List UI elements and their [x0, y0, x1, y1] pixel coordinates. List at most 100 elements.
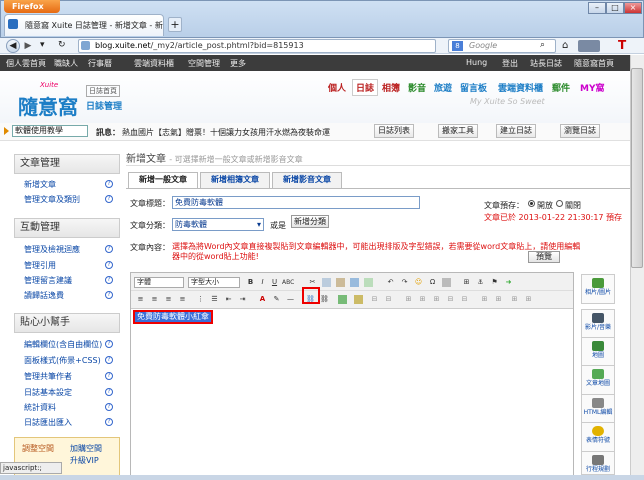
- sidebar-item-edit-fields[interactable]: 編輯欄位(含自由欄位): [24, 340, 102, 350]
- table-row-icon[interactable]: ⊟: [370, 295, 379, 304]
- help-icon[interactable]: ?: [105, 340, 113, 348]
- sidebar-item-theme[interactable]: 面板樣式(佈景+CSS): [24, 356, 101, 366]
- preview-button[interactable]: 預覽: [528, 251, 560, 263]
- top-link-xuite-home[interactable]: 隨意窩首頁: [574, 58, 614, 69]
- top-link-user[interactable]: Hung: [466, 58, 487, 67]
- help-icon[interactable]: ?: [105, 195, 113, 203]
- outdent-icon[interactable]: ⇤: [224, 295, 233, 304]
- bookmark-star-icon[interactable]: ▾: [40, 40, 45, 50]
- publish-closed-radio[interactable]: [556, 200, 563, 207]
- buy-space-link[interactable]: 加購空間: [70, 443, 102, 454]
- nav-blog[interactable]: 日誌: [352, 79, 379, 96]
- title-input[interactable]: 免費防毒軟體: [172, 196, 420, 209]
- tool-article-map[interactable]: 文章地圖: [581, 365, 615, 395]
- nav-cloud[interactable]: 雲端資料櫃: [498, 81, 543, 94]
- special-char-icon[interactable]: Ω: [428, 278, 437, 287]
- nav-guestbook[interactable]: 留言板: [460, 81, 487, 94]
- sidebar-item-settings[interactable]: 日誌基本設定: [24, 388, 72, 398]
- create-blog-button[interactable]: 建立日誌: [496, 124, 536, 138]
- maximize-button[interactable]: □: [606, 2, 624, 14]
- url-bar[interactable]: blog.xuite.net/_my2/article_post.phtml?b…: [78, 39, 436, 53]
- paste-icon[interactable]: [336, 278, 345, 287]
- align-right-icon[interactable]: ≡: [164, 295, 173, 304]
- help-icon[interactable]: ?: [105, 418, 113, 426]
- help-icon[interactable]: ?: [105, 372, 113, 380]
- help-icon[interactable]: ?: [105, 180, 113, 188]
- help-icon[interactable]: ?: [105, 261, 113, 269]
- tab-album-article[interactable]: 新增相簿文章: [200, 172, 270, 188]
- top-link-space[interactable]: 空間管理: [188, 58, 220, 69]
- tab-video-article[interactable]: 新增影音文章: [272, 172, 342, 188]
- font-select[interactable]: 字體: [134, 277, 184, 288]
- tool-media[interactable]: 影片/音樂: [581, 309, 615, 339]
- sidebar-item-comments[interactable]: 管理及檢視迴應: [24, 245, 80, 255]
- firefox-menu-button[interactable]: Firefox: [4, 0, 60, 13]
- sidebar-item-guestbook[interactable]: 管理留言建議: [24, 276, 72, 286]
- paste-text-icon[interactable]: [350, 278, 359, 287]
- cell-props-icon[interactable]: ⊞: [494, 295, 503, 304]
- nav-personal[interactable]: 個人: [328, 81, 346, 94]
- unlink-icon[interactable]: ⛓: [320, 295, 329, 304]
- size-select[interactable]: 字型大小: [188, 277, 240, 288]
- sidebar-item-trackback[interactable]: 管理引用: [24, 261, 56, 271]
- home-icon[interactable]: ⌂: [562, 40, 568, 51]
- border-icon[interactable]: ⊞: [524, 295, 533, 304]
- move-tool-button[interactable]: 搬家工具: [438, 124, 478, 138]
- redo-icon[interactable]: ↷: [400, 278, 409, 287]
- search-icon[interactable]: ⌕: [540, 40, 545, 50]
- cell-merge-icon[interactable]: ⊞: [432, 295, 441, 304]
- nav-mail[interactable]: 郵件: [552, 81, 570, 94]
- help-icon[interactable]: ?: [105, 276, 113, 284]
- back-arrow-icon[interactable]: ◀: [6, 39, 20, 53]
- site-identity-icon[interactable]: [81, 41, 90, 50]
- ordered-list-icon[interactable]: ⋮: [196, 295, 205, 304]
- insert-icon[interactable]: ➜: [504, 278, 513, 287]
- smiley-icon[interactable]: ☺: [414, 278, 423, 287]
- new-tab-button[interactable]: +: [168, 17, 182, 32]
- bullet-list-icon[interactable]: ☰: [210, 295, 219, 304]
- underline-icon[interactable]: U: [270, 278, 279, 287]
- sidebar-item-import-export[interactable]: 日誌匯出匯入: [24, 418, 72, 428]
- row-delete-icon[interactable]: ⊟: [446, 295, 455, 304]
- blog-select[interactable]: 軟體使用教學: [12, 125, 88, 137]
- table-icon[interactable]: [442, 278, 451, 287]
- source-icon[interactable]: ⊞: [462, 278, 471, 287]
- flag-icon[interactable]: ⚑: [490, 278, 499, 287]
- sidebar-item-coauthors[interactable]: 管理共筆作者: [24, 372, 72, 382]
- browse-blog-button[interactable]: 瀏覽日誌: [560, 124, 600, 138]
- selected-text[interactable]: 免費防毒軟體小紅傘: [133, 310, 213, 324]
- minimize-button[interactable]: –: [588, 2, 606, 14]
- blog-list-button[interactable]: 日誌列表: [374, 124, 414, 138]
- forward-arrow-icon[interactable]: ▶: [22, 40, 34, 52]
- help-icon[interactable]: ?: [105, 388, 113, 396]
- italic-icon[interactable]: I: [258, 278, 267, 287]
- bold-icon[interactable]: B: [246, 278, 255, 287]
- col-delete-icon[interactable]: ⊟: [460, 295, 469, 304]
- table-props-icon[interactable]: ⊞: [480, 295, 489, 304]
- tool-map[interactable]: 地圖: [581, 337, 615, 367]
- tool-emoji[interactable]: 表情符號: [581, 422, 615, 452]
- cell-icon[interactable]: ⊞: [404, 295, 413, 304]
- top-link-jobs[interactable]: 職缺人: [54, 58, 78, 69]
- nav-my[interactable]: MY窩: [580, 81, 604, 94]
- sidebar-item-fees[interactable]: 讀歸話逸費: [24, 291, 64, 301]
- reload-icon[interactable]: ↻: [58, 40, 66, 50]
- nav-album[interactable]: 相簿: [382, 81, 400, 94]
- sidebar-item-manage-articles[interactable]: 管理文章及類別: [24, 195, 80, 205]
- top-link-admin-blog[interactable]: 站長日誌: [530, 58, 562, 69]
- horizontal-rule-icon[interactable]: —: [286, 295, 295, 304]
- help-icon[interactable]: ?: [105, 356, 113, 364]
- media-icon[interactable]: [354, 295, 363, 304]
- sidebar-item-stats[interactable]: 統計資料: [24, 403, 56, 413]
- top-link-home[interactable]: 個人雲首頁: [6, 58, 46, 69]
- help-icon[interactable]: ?: [105, 291, 113, 299]
- adjust-space-link[interactable]: 調整空間: [22, 443, 54, 454]
- image-icon[interactable]: [338, 295, 347, 304]
- upgrade-vip-link[interactable]: 升級VIP: [70, 455, 99, 466]
- message-link[interactable]: 熱血國片【志氣】贈票！十個讓力女孩用汗水燃為夜裝命運: [122, 127, 330, 138]
- top-link-calendar[interactable]: 行事曆: [88, 58, 112, 69]
- align-center-icon[interactable]: ≡: [150, 295, 159, 304]
- paste-word-icon[interactable]: [364, 278, 373, 287]
- grid-icon[interactable]: ⊞: [510, 295, 519, 304]
- anchor-icon[interactable]: ⚓: [476, 278, 485, 287]
